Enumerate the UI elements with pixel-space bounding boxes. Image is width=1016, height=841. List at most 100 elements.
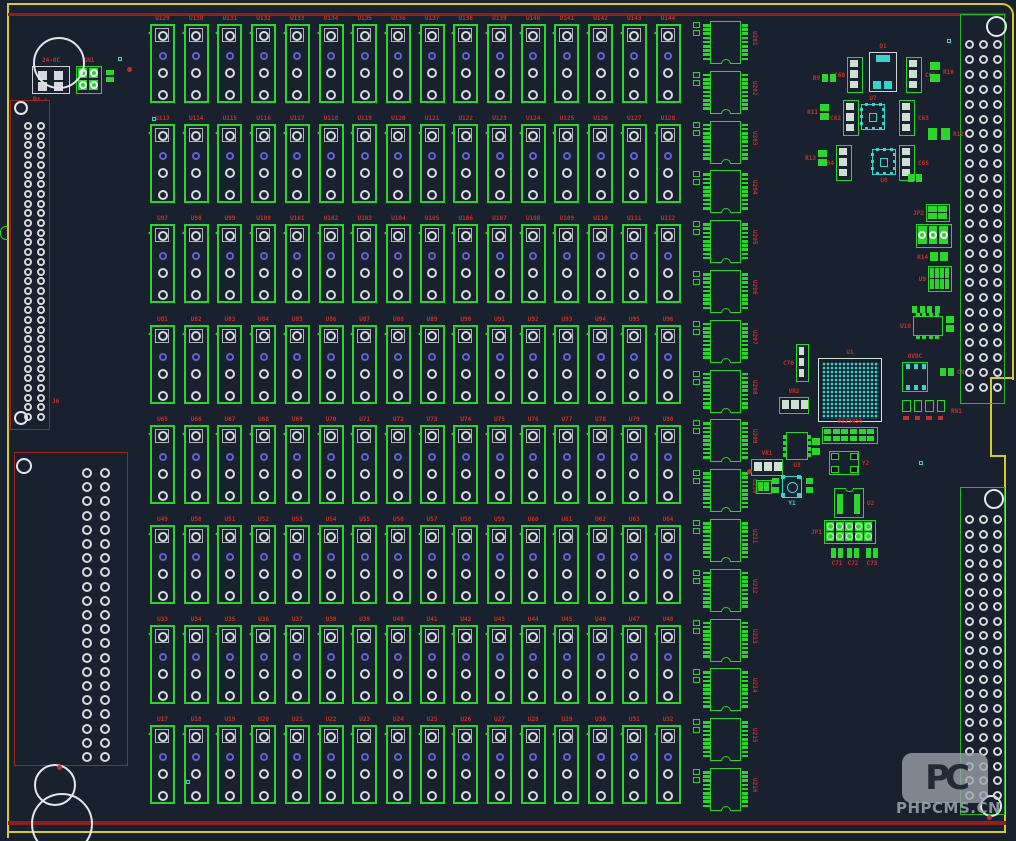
pad-hole (427, 90, 437, 100)
left-connector-2-outline (14, 452, 128, 766)
ic-pin (742, 257, 749, 260)
right-connector-1-pad (993, 338, 1002, 347)
pad (930, 74, 940, 82)
pad-blue (159, 753, 167, 761)
pad-hole (225, 591, 235, 601)
ic-pin (742, 805, 749, 808)
pad-hole (562, 491, 572, 501)
pad-pin1 (596, 231, 606, 241)
socket-designator: U142 (584, 15, 617, 22)
socket-component (251, 625, 276, 704)
ic-pin (742, 327, 749, 330)
ic-pin (703, 476, 710, 479)
right-connector-2-pad (965, 718, 974, 727)
terminal-hole (90, 81, 98, 89)
terminal-pad (939, 226, 948, 244)
socket-component (352, 124, 377, 203)
pad (854, 548, 859, 558)
pad-hole (225, 491, 235, 501)
ic-pin (742, 742, 749, 745)
right-connector-1-pad (993, 219, 1002, 228)
cap-pad (693, 221, 700, 227)
passive-2pad (772, 478, 779, 493)
ic-pin (742, 190, 749, 193)
pad-blue (394, 553, 402, 561)
left-connector-2-pad (82, 610, 92, 620)
pad-hole (393, 791, 403, 801)
pad-hole (427, 791, 437, 801)
socket-designator: U101 (281, 215, 314, 222)
pad-blue (529, 453, 537, 461)
pad-blue (394, 353, 402, 361)
pad-hole (629, 190, 639, 200)
ic-pin (703, 530, 710, 533)
socket-designator: U94 (584, 316, 617, 323)
left-connector-1-pad (37, 316, 45, 324)
right-connector-1-pad (965, 204, 974, 213)
terminal3-body (916, 224, 952, 248)
pad-hole (562, 190, 572, 200)
right-connector-1-pad (965, 70, 974, 79)
component-designator: RN1 (951, 408, 962, 415)
pad-blue (226, 252, 234, 260)
ic-pin (742, 58, 749, 61)
socket-designator: U80 (652, 416, 685, 423)
ic-pin (703, 771, 710, 774)
right-connector-1-pad (993, 249, 1002, 258)
right-connector-2-pad (979, 733, 988, 742)
pad-hole (292, 90, 302, 100)
pad-hole (158, 68, 168, 78)
socket-designator: U124 (517, 115, 550, 122)
ic-pin (703, 186, 710, 189)
pad (883, 172, 886, 175)
pad (940, 252, 948, 261)
left-connector-2-pad (82, 738, 92, 748)
pad (876, 148, 879, 151)
ic-designator: U203 (751, 131, 757, 145)
pad-hole (827, 523, 834, 530)
cap-pad (693, 769, 700, 775)
pin (807, 441, 811, 445)
ic-pin (742, 49, 749, 52)
socket-designator: U125 (550, 115, 583, 122)
socket-component (251, 725, 276, 804)
socket-designator: U55 (348, 516, 381, 523)
ic-pin (703, 381, 710, 384)
pad-hole (596, 591, 606, 601)
ic-pin (703, 91, 710, 94)
pad-pin1 (562, 732, 572, 742)
pad (912, 306, 917, 313)
ic-pin (703, 74, 710, 77)
component-designator: CN (957, 369, 964, 376)
right-connector-2-pad (993, 573, 1002, 582)
pad (774, 462, 782, 471)
ic-pin (742, 203, 749, 206)
ic-pin (703, 630, 710, 633)
ic-pin (742, 539, 749, 542)
ic-pin (742, 589, 749, 592)
socket-component (251, 224, 276, 303)
pad-blue (462, 252, 470, 260)
ic-pin (703, 738, 710, 741)
ic-pin (742, 136, 749, 139)
right-connector-2-pad (965, 559, 974, 568)
component-designator: U10 (885, 323, 911, 330)
pad-hole (427, 268, 437, 278)
pad-hole (191, 391, 201, 401)
pin (922, 364, 926, 369)
pad-hole (461, 369, 471, 379)
ic-pin (703, 493, 710, 496)
pad-pin1 (461, 632, 471, 642)
ic-pin (742, 323, 749, 326)
ic-pin (742, 373, 749, 376)
pad-hole (292, 769, 302, 779)
pad-hole (495, 268, 505, 278)
header-pad (836, 522, 844, 531)
pad-hole (191, 90, 201, 100)
ic-pin (742, 277, 749, 280)
ic-pin (703, 705, 710, 708)
header-pad (940, 268, 944, 278)
ic-pin (742, 294, 749, 297)
pad-blue (361, 753, 369, 761)
ic-pin (742, 132, 749, 135)
